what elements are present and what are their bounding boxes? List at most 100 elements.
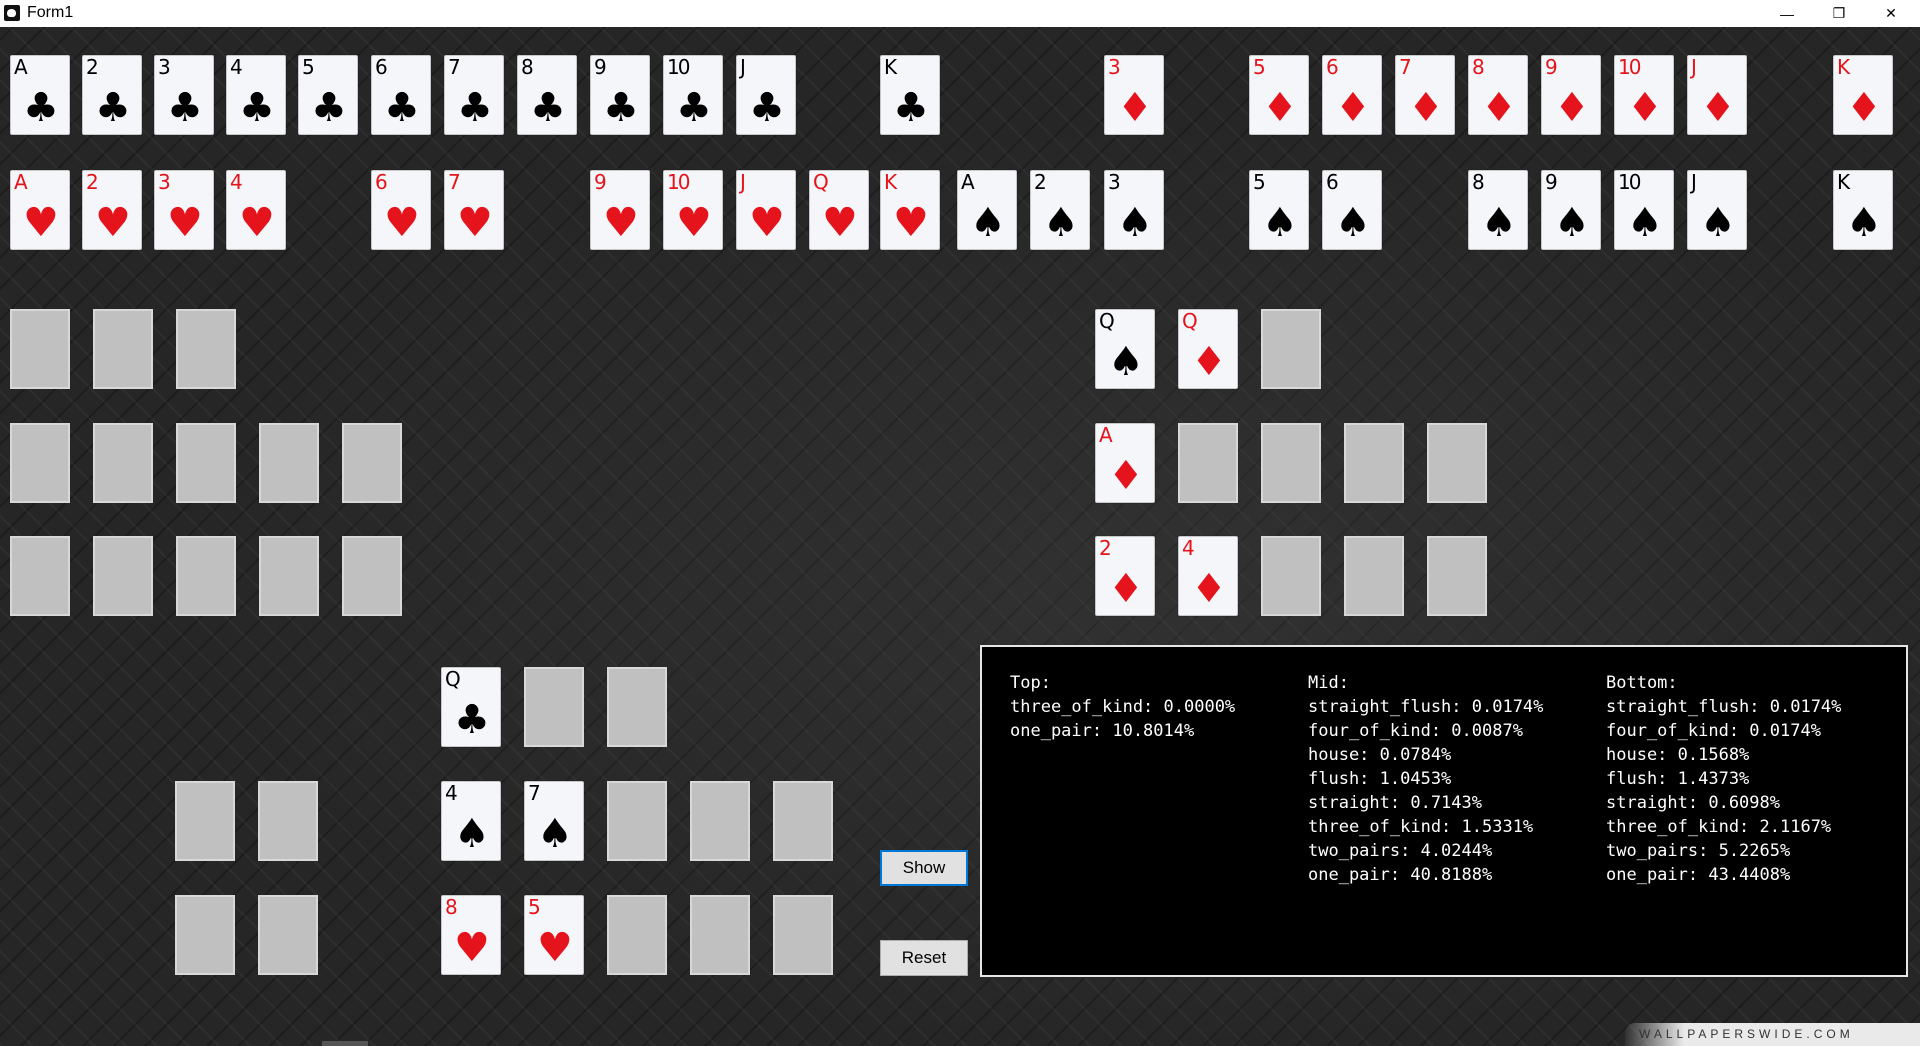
left-hand-mid-slot[interactable] — [10, 423, 70, 503]
left-hand-top-slot[interactable] — [176, 309, 236, 389]
left-hand-mid-slot[interactable] — [176, 423, 236, 503]
player-hand-bottom-slot[interactable] — [607, 895, 667, 975]
diamond-icon: ♦ — [1846, 85, 1882, 131]
left-hand-mid-slot[interactable] — [259, 423, 319, 503]
deck-card[interactable]: 5 ♠ — [1249, 170, 1309, 250]
deck-card[interactable]: 8 ♦ — [1468, 55, 1528, 135]
right-hand-bottom-card[interactable]: 2 ♦ — [1095, 536, 1155, 616]
deck-card[interactable]: 8 ♠ — [1468, 170, 1528, 250]
scrollbar-thumb[interactable] — [322, 1041, 368, 1046]
deck-card[interactable]: A ♠ — [957, 170, 1017, 250]
deck-card[interactable]: 9 ♦ — [1541, 55, 1601, 135]
left-hand-bottom-slot[interactable] — [93, 536, 153, 616]
right-hand-top-slot[interactable] — [1261, 309, 1321, 389]
deck-card[interactable]: 6 ♥ — [371, 170, 431, 250]
left-hand-mid-slot[interactable] — [93, 423, 153, 503]
right-hand-bottom-slot[interactable] — [1344, 536, 1404, 616]
deck-card[interactable]: 7 ♥ — [444, 170, 504, 250]
left-hand-bottom-slot[interactable] — [176, 536, 236, 616]
player-hand-top-slot[interactable] — [607, 667, 667, 747]
restore-button[interactable]: ❐ — [1816, 0, 1862, 27]
deck-card[interactable]: J ♣ — [736, 55, 796, 135]
card-rank: 3 — [158, 170, 171, 194]
player-hand-bottom-slot[interactable] — [690, 895, 750, 975]
deck-card[interactable]: J ♦ — [1687, 55, 1747, 135]
deck-card[interactable]: 7 ♣ — [444, 55, 504, 135]
deck-card[interactable]: 10 ♦ — [1614, 55, 1674, 135]
deck-card[interactable]: 8 ♣ — [517, 55, 577, 135]
deck-card[interactable]: 5 ♦ — [1249, 55, 1309, 135]
extra-slot[interactable] — [175, 781, 235, 861]
close-button[interactable]: ✕ — [1868, 0, 1914, 27]
player-hand-bottom-slot[interactable] — [773, 895, 833, 975]
deck-card[interactable]: 9 ♠ — [1541, 170, 1601, 250]
right-hand-top-card[interactable]: Q ♠ — [1095, 309, 1155, 389]
club-icon: ♣ — [603, 85, 639, 131]
show-button[interactable]: Show — [880, 850, 968, 886]
deck-card[interactable]: 2 ♣ — [82, 55, 142, 135]
player-hand-bottom-card[interactable]: 8 ♥ — [441, 895, 501, 975]
right-hand-mid-card[interactable]: A ♦ — [1095, 423, 1155, 503]
extra-slot[interactable] — [175, 895, 235, 975]
card-rank: 7 — [448, 55, 461, 79]
deck-card[interactable]: K ♥ — [880, 170, 940, 250]
left-hand-top-slot[interactable] — [10, 309, 70, 389]
reset-button[interactable]: Reset — [880, 940, 968, 976]
deck-card[interactable]: 3 ♦ — [1104, 55, 1164, 135]
heart-icon: ♥ — [167, 200, 203, 246]
right-hand-mid-slot[interactable] — [1261, 423, 1321, 503]
right-hand-bottom-slot[interactable] — [1261, 536, 1321, 616]
deck-card[interactable]: J ♠ — [1687, 170, 1747, 250]
card-rank: 5 — [302, 55, 315, 79]
player-hand-mid-slot[interactable] — [607, 781, 667, 861]
player-hand-top-slot[interactable] — [524, 667, 584, 747]
deck-card[interactable]: 2 ♠ — [1030, 170, 1090, 250]
deck-card[interactable]: J ♥ — [736, 170, 796, 250]
right-hand-mid-slot[interactable] — [1178, 423, 1238, 503]
extra-slot[interactable] — [258, 895, 318, 975]
player-hand-mid-card[interactable]: 7 ♠ — [524, 781, 584, 861]
deck-card[interactable]: 5 ♣ — [298, 55, 358, 135]
card-rank: 10 — [1618, 55, 1641, 79]
deck-card[interactable]: A ♣ — [10, 55, 70, 135]
right-hand-top-card[interactable]: Q ♦ — [1178, 309, 1238, 389]
deck-card[interactable]: 10 ♠ — [1614, 170, 1674, 250]
deck-card[interactable]: 9 ♣ — [590, 55, 650, 135]
deck-card[interactable]: 7 ♦ — [1395, 55, 1455, 135]
deck-card[interactable]: 6 ♠ — [1322, 170, 1382, 250]
deck-card[interactable]: 4 ♥ — [226, 170, 286, 250]
deck-card[interactable]: K ♠ — [1833, 170, 1893, 250]
player-hand-bottom-card[interactable]: 5 ♥ — [524, 895, 584, 975]
right-hand-mid-slot[interactable] — [1344, 423, 1404, 503]
deck-card[interactable]: 3 ♣ — [154, 55, 214, 135]
deck-card[interactable]: 10 ♣ — [663, 55, 723, 135]
deck-card[interactable]: 10 ♥ — [663, 170, 723, 250]
minimize-button[interactable]: — — [1764, 0, 1810, 27]
deck-card[interactable]: 3 ♥ — [154, 170, 214, 250]
player-hand-mid-slot[interactable] — [690, 781, 750, 861]
deck-card[interactable]: Q ♥ — [809, 170, 869, 250]
left-hand-bottom-slot[interactable] — [259, 536, 319, 616]
right-hand-bottom-slot[interactable] — [1427, 536, 1487, 616]
left-hand-bottom-slot[interactable] — [342, 536, 402, 616]
right-hand-mid-slot[interactable] — [1427, 423, 1487, 503]
deck-card[interactable]: K ♦ — [1833, 55, 1893, 135]
player-hand-mid-card[interactable]: 4 ♠ — [441, 781, 501, 861]
card-rank: 4 — [1182, 536, 1195, 560]
result-line: one_pair: 43.4408% — [1606, 865, 1791, 885]
deck-card[interactable]: 6 ♦ — [1322, 55, 1382, 135]
deck-card[interactable]: A ♥ — [10, 170, 70, 250]
deck-card[interactable]: 2 ♥ — [82, 170, 142, 250]
left-hand-mid-slot[interactable] — [342, 423, 402, 503]
deck-card[interactable]: K ♣ — [880, 55, 940, 135]
player-hand-mid-slot[interactable] — [773, 781, 833, 861]
deck-card[interactable]: 3 ♠ — [1104, 170, 1164, 250]
deck-card[interactable]: 9 ♥ — [590, 170, 650, 250]
left-hand-top-slot[interactable] — [93, 309, 153, 389]
deck-card[interactable]: 6 ♣ — [371, 55, 431, 135]
extra-slot[interactable] — [258, 781, 318, 861]
deck-card[interactable]: 4 ♣ — [226, 55, 286, 135]
player-hand-top-card[interactable]: Q ♣ — [441, 667, 501, 747]
left-hand-bottom-slot[interactable] — [10, 536, 70, 616]
right-hand-bottom-card[interactable]: 4 ♦ — [1178, 536, 1238, 616]
